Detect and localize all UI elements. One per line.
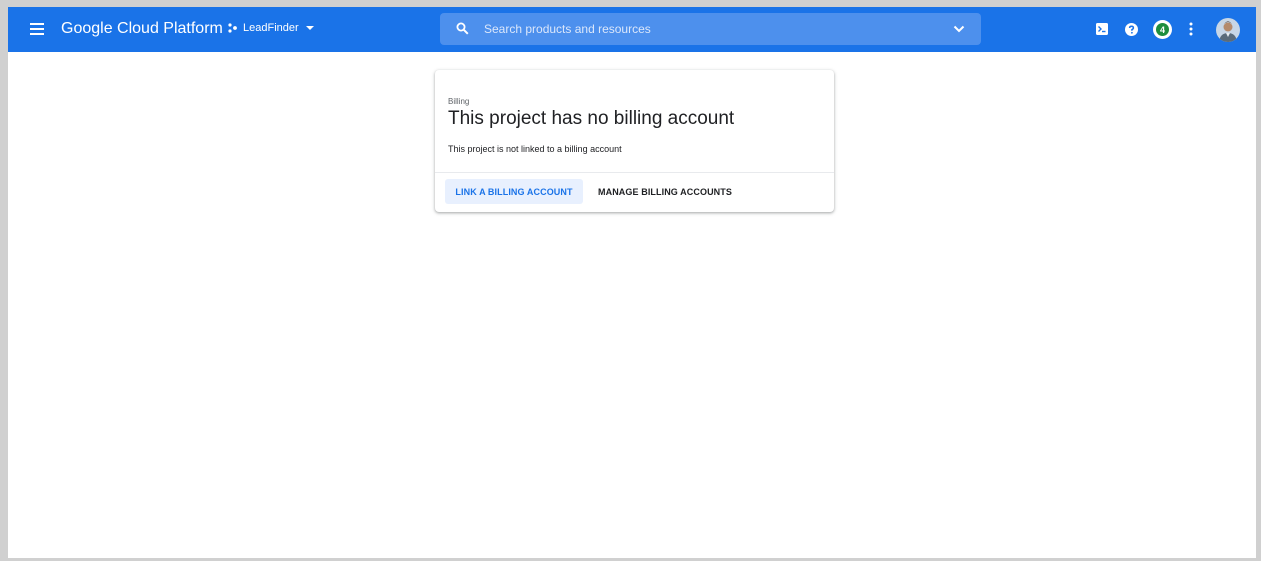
more-vert-icon[interactable] [1188, 22, 1194, 36]
app-title[interactable]: Google Cloud Platform [61, 20, 223, 38]
search-icon [456, 22, 469, 35]
avatar-image [1216, 18, 1240, 42]
project-selector[interactable]: LeadFinder [227, 22, 315, 34]
project-dots-icon [228, 23, 237, 33]
chevron-down-icon [305, 26, 314, 30]
notification-count: 4 [1160, 25, 1165, 35]
user-avatar[interactable] [1216, 18, 1240, 42]
help-icon[interactable] [1125, 23, 1138, 36]
project-name: LeadFinder [243, 22, 299, 34]
hamburger-menu-icon[interactable] [28, 20, 46, 38]
top-app-bar: Google Cloud Platform LeadFinder Search … [8, 7, 1256, 52]
link-billing-account-button[interactable]: LINK A BILLING ACCOUNT [445, 179, 583, 204]
search-input[interactable] [484, 20, 924, 38]
cloud-shell-icon[interactable] [1096, 23, 1108, 35]
card-label: Billing [448, 97, 470, 106]
chevron-down-icon[interactable] [953, 24, 965, 34]
manage-billing-accounts-button[interactable]: MANAGE BILLING ACCOUNTS [589, 179, 741, 204]
billing-card: Billing This project has no billing acco… [435, 70, 834, 212]
notifications-icon[interactable]: 4 [1153, 20, 1172, 39]
browser-frame: Google Cloud Platform LeadFinder Search … [8, 7, 1256, 558]
search-bar[interactable] [440, 13, 981, 45]
card-description: This project is not linked to a billing … [448, 144, 622, 154]
divider [435, 172, 834, 173]
page-title: This project has no billing account [448, 108, 735, 129]
